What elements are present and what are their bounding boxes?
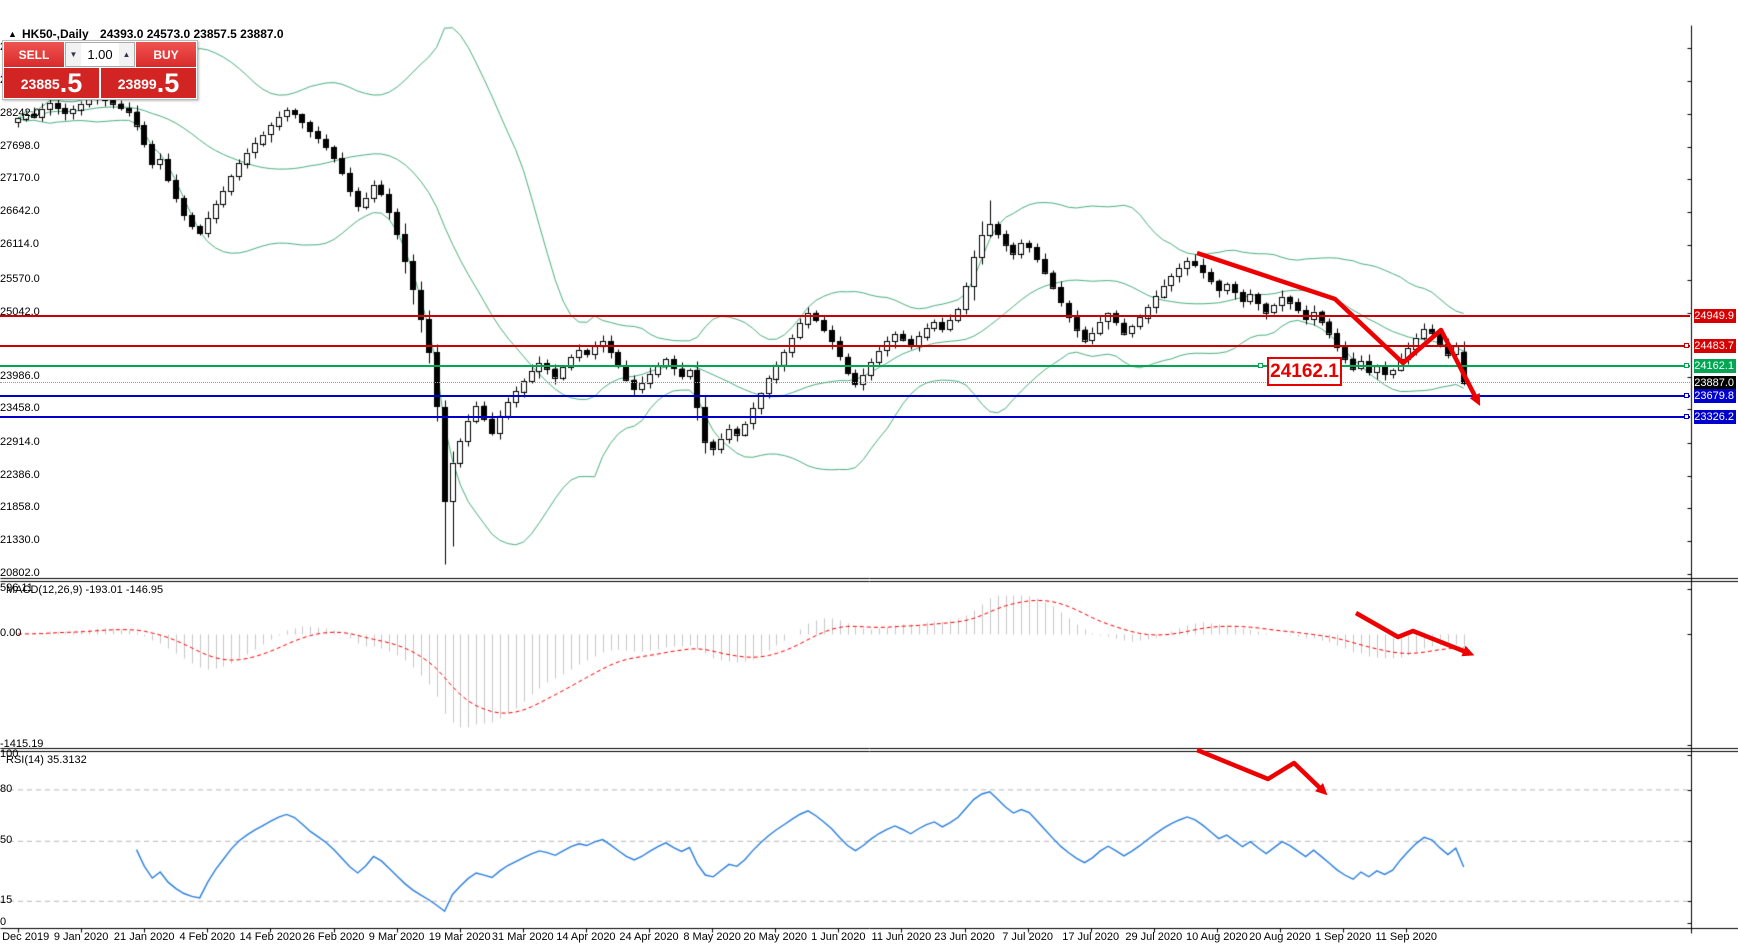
volume-value[interactable]: 1.00	[81, 43, 119, 66]
line-drag-handle[interactable]	[1684, 343, 1689, 348]
date-tick-label: 11 Sep 2020	[1375, 931, 1437, 943]
date-tick-label: 14 Apr 2020	[556, 931, 615, 943]
price-tick-label: 26642.0	[0, 205, 1732, 217]
current-price-line[interactable]	[0, 382, 1690, 383]
rsi-tick-label: 100	[0, 748, 1724, 760]
line-drag-handle[interactable]	[1684, 393, 1689, 398]
date-tick-label: 4 Feb 2020	[179, 931, 235, 943]
volume-increase-button[interactable]: ▲	[119, 43, 134, 66]
price-tick-label: 25570.0	[0, 273, 1732, 285]
price-tick-label: 27698.0	[0, 140, 1732, 152]
buy-button[interactable]: BUY	[136, 42, 196, 67]
volume-decrease-button[interactable]: ▼	[66, 43, 81, 66]
date-tick-label: 29 Jul 2020	[1125, 931, 1182, 943]
ohlc-values: 24393.0 24573.0 23857.5 23887.0	[100, 27, 284, 41]
date-tick-label: 21 Jan 2020	[114, 931, 175, 943]
sell-button[interactable]: SELL	[4, 42, 64, 67]
price-tick-label: 29298.0	[0, 41, 1732, 53]
price-tick-label: 23458.0	[0, 402, 1732, 414]
price-tick-label: 26114.0	[0, 238, 1732, 250]
date-tick-label: 19 Mar 2020	[429, 931, 491, 943]
date-tick-label: 11 Jun 2020	[872, 931, 932, 943]
price-tick-label: 21858.0	[0, 501, 1732, 513]
support-resistance-line[interactable]	[0, 416, 1690, 418]
support-resistance-line[interactable]	[0, 315, 1690, 317]
support-resistance-line[interactable]	[0, 365, 1690, 367]
rsi-tick-label: 0	[0, 916, 1724, 928]
date-tick-label: 1 Sep 2020	[1315, 931, 1371, 943]
date-tick-label: 17 Jul 2020	[1062, 931, 1119, 943]
date-tick-label: 26 Feb 2020	[303, 931, 365, 943]
rsi-tick-label: 15	[0, 894, 1724, 906]
rsi-tick-label: 80	[0, 783, 1724, 795]
date-tick-label: 14 Feb 2020	[240, 931, 302, 943]
date-tick-label: 9 Mar 2020	[369, 931, 425, 943]
rsi-tick-label: 50	[0, 834, 1724, 846]
chart-title: HK50-,Daily 24393.0 24573.0 23857.5 2388…	[22, 27, 284, 41]
sell-price-int: 23885	[21, 71, 60, 97]
buy-price-int: 23899	[118, 71, 157, 97]
support-resistance-line[interactable]	[0, 345, 1690, 347]
buy-price[interactable]: 23899.5	[101, 68, 196, 98]
price-level-label: 24483.7	[1694, 339, 1736, 353]
sell-price-dec: .5	[60, 70, 83, 97]
line-drag-handle[interactable]	[1684, 363, 1689, 368]
date-tick-label: 1 Jun 2020	[811, 931, 865, 943]
date-tick-label: 23 Jun 2020	[934, 931, 995, 943]
macd-tick-label: 0.00	[0, 627, 1732, 639]
price-tick-label: 20802.0	[0, 567, 1732, 579]
price-level-label: 24162.1	[1694, 359, 1736, 373]
rsi-label: RSI(14) 35.3132	[6, 754, 87, 766]
price-level-label: 23679.8	[1694, 389, 1736, 403]
mt4-terminal-window: ◔ + 新订单 ◉ 自动交易 ꞁꞁ ∿ ⊕ ⊖ ⇥ ⇤ +▼ ◷▼ ∿▼ ➤ ✛…	[0, 0, 1738, 945]
price-tick-label: 21330.0	[0, 534, 1732, 546]
sell-price[interactable]: 23885.5	[4, 68, 99, 98]
date-tick-label: 27 Dec 2019	[0, 931, 49, 943]
buy-price-dec: .5	[157, 70, 180, 97]
volume-control: ▼ 1.00 ▲	[65, 42, 135, 67]
price-tick-label: 23986.0	[0, 370, 1732, 382]
date-tick-label: 31 Mar 2020	[492, 931, 554, 943]
macd-label: MACD(12,26,9) -193.01 -146.95	[6, 584, 163, 596]
date-tick-label: 10 Aug 2020	[1186, 931, 1248, 943]
price-level-label: 23326.2	[1694, 410, 1736, 424]
price-tick-label: 28242.0	[0, 107, 1732, 119]
line-drag-handle[interactable]	[1258, 363, 1263, 368]
price-tick-label: 22914.0	[0, 436, 1732, 448]
price-level-label: 24949.9	[1694, 309, 1736, 323]
date-tick-label: 7 Jul 2020	[1002, 931, 1053, 943]
price-level-label: 23887.0	[1694, 376, 1736, 390]
date-tick-label: 8 May 2020	[683, 931, 740, 943]
macd-tick-label: 596.11	[0, 582, 1732, 594]
price-tick-label: 28770.0	[0, 74, 1732, 86]
price-tick-label: 27170.0	[0, 172, 1732, 184]
price-annotation-box[interactable]: 24162.1	[1267, 357, 1342, 386]
one-click-trading-panel: SELL ▼ 1.00 ▲ BUY 23885.5 23899.5	[2, 40, 198, 100]
collapse-panel-icon[interactable]: ▲	[8, 29, 17, 39]
date-tick-label: 20 May 2020	[743, 931, 807, 943]
price-tick-label: 22386.0	[0, 469, 1732, 481]
date-tick-label: 9 Jan 2020	[54, 931, 108, 943]
price-annotation-text: 24162.1	[1270, 361, 1339, 383]
symbol-period-label: HK50-,Daily	[22, 27, 89, 41]
line-drag-handle[interactable]	[1684, 414, 1689, 419]
support-resistance-line[interactable]	[0, 395, 1690, 397]
date-tick-label: 24 Apr 2020	[619, 931, 678, 943]
date-tick-label: 20 Aug 2020	[1249, 931, 1311, 943]
